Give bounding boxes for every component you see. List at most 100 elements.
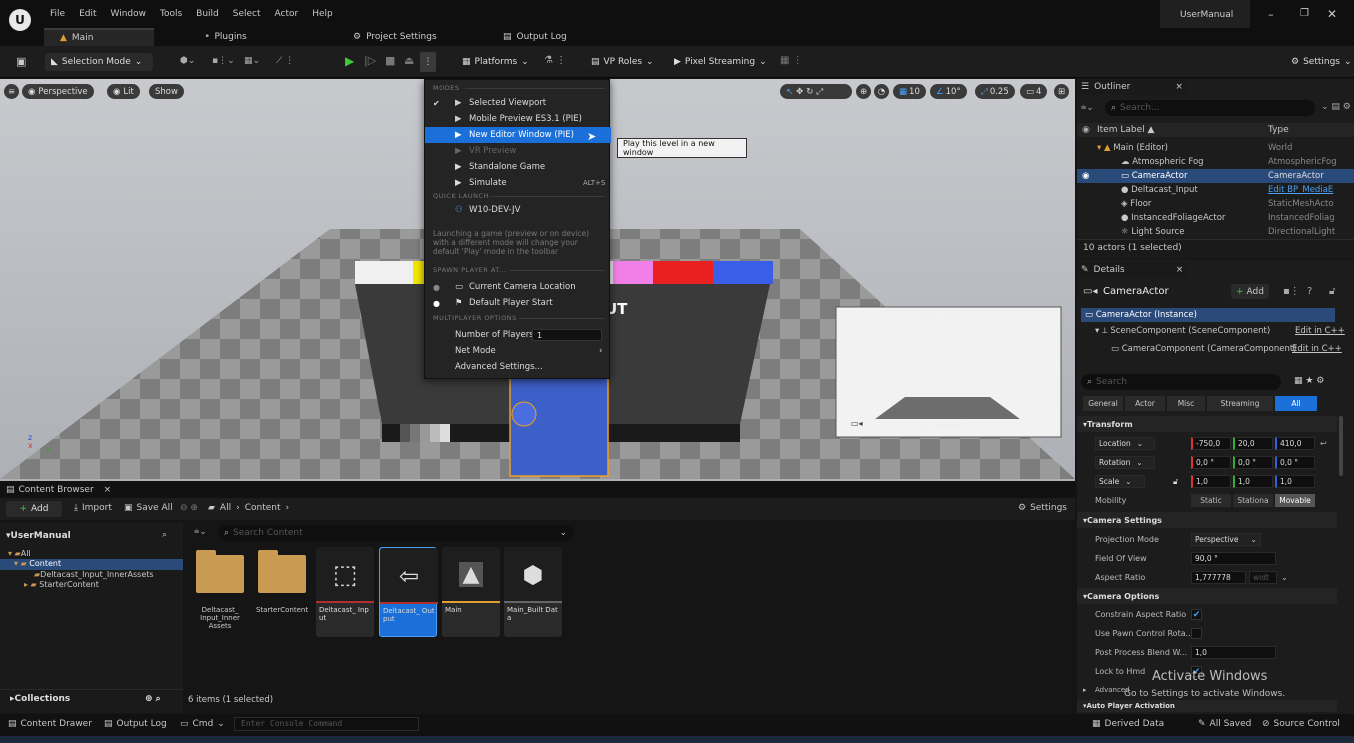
rotation-z[interactable]: 0,0 ° xyxy=(1275,456,1315,469)
history-nav-icon[interactable]: ⊖ ⊕ xyxy=(180,503,198,513)
menu-quick-launch-device[interactable]: ⚇ W10-DEV-JV xyxy=(425,202,611,218)
collections-header[interactable]: ▸ Collections ⊕ ⌕ xyxy=(0,689,183,707)
tree-starter-content[interactable]: ▸ ▰ StarterContent xyxy=(24,580,99,589)
rotation-y[interactable]: 0,0 ° xyxy=(1233,456,1273,469)
surface-snap-icon[interactable]: ◔ xyxy=(874,84,889,99)
tab-plugins[interactable]: ⁍ Plugins xyxy=(205,28,247,46)
mobility-stationary[interactable]: Stationa xyxy=(1233,494,1273,507)
auto-player-section[interactable]: ▾ Auto Player Activation xyxy=(1077,700,1337,712)
add-button[interactable]: + Add xyxy=(6,501,62,517)
menu-mobile-preview[interactable]: ▶ Mobile Preview ES3.1 (PIE) xyxy=(425,111,611,127)
menu-current-camera-location[interactable]: ● ▭ Current Camera Location xyxy=(425,279,611,295)
folder-deltacast-assets[interactable]: Deltacast_ Input_Inner Assets xyxy=(190,606,250,630)
post-process-input[interactable]: 1,0 xyxy=(1191,646,1276,659)
cinematics-icon[interactable]: ▦⌄ xyxy=(244,56,260,66)
filter-streaming[interactable]: Streaming xyxy=(1207,396,1273,411)
console-input[interactable]: Enter Console Command xyxy=(234,717,419,731)
blueprint-icon[interactable]: ▪⋮⌄ xyxy=(212,56,235,66)
location-y[interactable]: 20,0 xyxy=(1233,437,1273,450)
filter-general[interactable]: General xyxy=(1083,396,1123,411)
rotation-dropdown[interactable]: Rotation ⌄ xyxy=(1095,456,1155,469)
show-button[interactable]: Show xyxy=(149,84,184,99)
chevron-down-icon[interactable]: ⌄ xyxy=(1281,573,1288,582)
transform-tools[interactable]: ↖ ✥ ↻ ⤢ xyxy=(780,84,852,99)
outliner-row[interactable]: ▾ ▲ Main (Editor) World xyxy=(1077,141,1354,155)
help-icon[interactable]: ? xyxy=(1307,286,1312,297)
rotation-x[interactable]: 0,0 ° xyxy=(1191,456,1231,469)
cb-settings-button[interactable]: ⚙ Settings xyxy=(1018,503,1067,513)
tree-all[interactable]: ▾ ▰All xyxy=(8,549,31,558)
add-actor-icon[interactable]: ⬢⌄ xyxy=(180,56,195,66)
details-search-input[interactable]: ⌕ Search xyxy=(1081,374,1281,390)
folder-starter-content[interactable]: StarterContent xyxy=(252,606,312,614)
asset-deltacast-output[interactable]: ⇦ Deltacast_ Output xyxy=(379,547,438,637)
mobility-movable[interactable]: Movable xyxy=(1275,494,1315,507)
content-drawer-button[interactable]: ▤ Content Drawer xyxy=(8,719,92,729)
filter-misc[interactable]: Misc xyxy=(1167,396,1205,411)
filter-icon[interactable]: ⩧⌄ xyxy=(1081,103,1094,113)
instance-row[interactable]: ▭ CameraActor (Instance) xyxy=(1081,308,1335,322)
select-tool-icon[interactable]: ↖ xyxy=(786,87,793,97)
add-component-button[interactable]: + Add xyxy=(1231,284,1269,299)
viewport-options-button[interactable]: ≡ xyxy=(4,84,19,99)
filter-all[interactable]: All xyxy=(1275,396,1317,411)
step-icon[interactable]: |▷ xyxy=(364,54,376,67)
settings-button[interactable]: ⚙ Settings ⌄ xyxy=(1285,53,1354,71)
outliner-row[interactable]: ☁ Atmospheric Fog AtmosphericFog xyxy=(1077,155,1354,169)
menu-vr-preview[interactable]: ▶ VR Preview xyxy=(425,143,611,159)
tree-content[interactable]: ▾ ▰ Content xyxy=(0,559,183,570)
location-x[interactable]: -750,0 xyxy=(1191,437,1231,450)
property-matrix-icon[interactable]: ▦ ★ ⚙ xyxy=(1294,376,1324,386)
blueprint-icon[interactable]: ▪⋮ xyxy=(1283,286,1300,297)
content-search-input[interactable]: ⌕ Search Content ⌄ xyxy=(218,525,573,541)
fov-input[interactable]: 90,0 ° xyxy=(1191,552,1276,565)
menu-window[interactable]: Window xyxy=(111,9,147,19)
asset-main-built-data[interactable]: ⬢ Main_Built Data xyxy=(504,547,562,637)
source-control-button[interactable]: ⊘ Source Control xyxy=(1262,719,1340,729)
filter-actor[interactable]: Actor xyxy=(1125,396,1165,411)
save-all-button[interactable]: ▣ Save All xyxy=(124,503,173,513)
outliner-row[interactable]: ● Deltacast_Input Edit BP_MediaE xyxy=(1077,183,1354,197)
extra-tools-icon[interactable]: ▦ ⋮ xyxy=(780,55,803,66)
source-control-icon[interactable]: ⚗ ⋮ xyxy=(544,55,566,66)
cmd-dropdown[interactable]: ▭ Cmd ⌄ xyxy=(180,719,225,729)
close-icon[interactable]: ✕ xyxy=(1327,7,1337,21)
scale-dropdown[interactable]: Scale ⌄ xyxy=(1095,475,1145,488)
project-root[interactable]: ▾ UserManual xyxy=(0,529,183,543)
menu-net-mode[interactable]: Net Mode › xyxy=(425,343,611,359)
outliner-tab[interactable]: ☰ Outliner × xyxy=(1077,79,1187,95)
outliner-row[interactable]: ☼ Light Source DirectionalLight xyxy=(1077,225,1354,239)
scale-x[interactable]: 1,0 xyxy=(1191,475,1231,488)
menu-selected-viewport[interactable]: ✔ ▶ Selected Viewport xyxy=(425,95,611,111)
number-of-players-input[interactable]: 1 xyxy=(532,329,602,341)
menu-help[interactable]: Help xyxy=(312,9,333,19)
play-icon[interactable]: ▶ xyxy=(345,54,354,68)
derived-data-button[interactable]: ▦ Derived Data xyxy=(1092,719,1164,729)
mobility-static[interactable]: Static xyxy=(1191,494,1231,507)
use-pawn-checkbox[interactable] xyxy=(1191,628,1202,639)
rotation-snap-button[interactable]: ∠ 10° xyxy=(930,84,967,99)
filter-icon[interactable]: ⩧⌄ xyxy=(194,527,207,537)
aspect-unit-input[interactable]: widt xyxy=(1249,571,1277,584)
edit-cpp-link[interactable]: Edit in C++ xyxy=(1292,344,1342,354)
outliner-row[interactable]: ◈ Floor StaticMeshActo xyxy=(1077,197,1354,211)
move-tool-icon[interactable]: ✥ xyxy=(796,87,803,97)
play-options-button[interactable]: ⋮ xyxy=(420,52,436,72)
menu-select[interactable]: Select xyxy=(233,9,261,19)
camera-options-section[interactable]: ▾ Camera Options xyxy=(1077,588,1337,604)
reset-icon[interactable]: ↩ xyxy=(1320,439,1327,448)
camera-speed-button[interactable]: ▭ 4 xyxy=(1020,84,1048,99)
menu-default-player-start[interactable]: ● ⚑ Default Player Start xyxy=(425,295,611,311)
constrain-checkbox[interactable]: ✔ xyxy=(1191,609,1202,620)
asset-main[interactable]: ▲ Main xyxy=(442,547,500,637)
save-icon[interactable]: ▣ xyxy=(16,55,26,68)
tab-project-settings[interactable]: ⚙ Project Settings xyxy=(353,28,437,46)
menu-new-editor-window[interactable]: ▶ New Editor Window (PIE) xyxy=(425,127,611,143)
type-header[interactable]: Type xyxy=(1268,125,1289,135)
search-icon[interactable]: ⌕ xyxy=(162,530,167,540)
outliner-options-icon[interactable]: ⌄ ▤ ⚙ xyxy=(1321,102,1351,112)
outliner-row[interactable]: ● InstancedFoliageActor InstancedFoliag xyxy=(1077,211,1354,225)
menu-file[interactable]: File xyxy=(50,9,65,19)
details-scrollbar[interactable] xyxy=(1339,416,1343,476)
close-tab-icon[interactable]: × xyxy=(104,485,112,495)
